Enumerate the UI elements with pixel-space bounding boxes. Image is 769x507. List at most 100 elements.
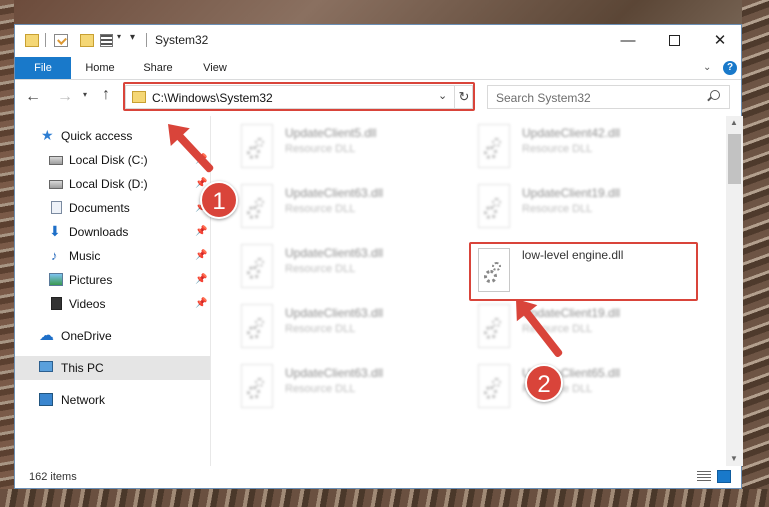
file-type: Resource DLL — [522, 143, 593, 155]
downloads-icon: ⬇ — [49, 223, 61, 239]
search-icon[interactable] — [710, 90, 720, 100]
back-button[interactable]: ← — [25, 88, 41, 106]
documents-icon — [51, 201, 62, 214]
sidebar-item-label: Local Disk (C:) — [69, 153, 148, 167]
sidebar-item-onedrive[interactable]: ☁ OneDrive — [15, 324, 210, 348]
dll-file-icon — [474, 124, 512, 172]
new-folder-icon[interactable] — [80, 34, 94, 47]
file-name: UpdateClient42.dll — [522, 126, 621, 140]
navigation-pane: ★ Quick access Local Disk (C:) 📌 Local D… — [15, 116, 210, 466]
pin-icon[interactable]: 📌 — [195, 226, 207, 237]
close-button[interactable]: ✕ — [697, 25, 743, 55]
search-placeholder: Search System32 — [496, 91, 591, 105]
disk-icon — [49, 156, 63, 165]
desktop-background — [0, 489, 769, 507]
sidebar-item-label: This PC — [61, 361, 104, 375]
file-item[interactable]: UpdateClient63.dll Resource DLL — [237, 304, 457, 360]
maximize-button[interactable] — [651, 25, 697, 55]
close-icon: ✕ — [713, 32, 727, 49]
vertical-scrollbar[interactable]: ▲ ▼ — [726, 116, 743, 466]
sidebar-item-label: Videos — [69, 297, 106, 311]
file-name: UpdateClient63.dll — [285, 186, 384, 200]
file-item[interactable]: UpdateClient65.dll Resource DLL — [474, 364, 694, 420]
expand-ribbon-icon[interactable]: ⌄ — [703, 62, 711, 73]
dll-file-icon — [237, 124, 275, 172]
sidebar-item-this-pc[interactable]: This PC — [15, 356, 210, 380]
tab-share[interactable]: Share — [129, 57, 187, 79]
sidebar-item-label: Local Disk (D:) — [69, 177, 148, 191]
computer-icon — [39, 361, 53, 372]
pin-icon[interactable]: 📌 — [195, 298, 207, 309]
file-item[interactable]: UpdateClient19.dll Resource DLL — [474, 184, 694, 240]
sidebar-item-label: Documents — [69, 201, 130, 215]
minimize-button[interactable]: — — [605, 25, 651, 55]
file-type: Resource DLL — [285, 203, 356, 215]
file-type: Resource DLL — [285, 263, 356, 275]
videos-icon — [51, 297, 62, 310]
network-icon — [39, 393, 53, 406]
file-name: UpdateClient63.dll — [285, 366, 384, 380]
sidebar-item-pictures[interactable]: Pictures 📌 — [15, 268, 210, 292]
dll-file-icon — [474, 364, 512, 412]
tab-view[interactable]: View — [187, 57, 243, 79]
pictures-icon — [49, 273, 63, 286]
cloud-icon: ☁ — [39, 327, 54, 344]
pin-icon[interactable]: 📌 — [195, 250, 207, 261]
status-bar: 162 items — [15, 466, 741, 488]
scroll-up-icon[interactable]: ▲ — [730, 118, 738, 127]
sidebar-item-label: OneDrive — [61, 329, 112, 343]
customize-quick-access-icon[interactable]: ▾ — [130, 32, 135, 43]
file-item[interactable]: UpdateClient63.dll Resource DLL — [237, 364, 457, 420]
file-item[interactable]: UpdateClient19.dll Resource DLL — [474, 304, 694, 360]
sidebar-item-network[interactable]: Network — [15, 388, 210, 412]
file-highlight — [469, 242, 698, 301]
file-explorer-window: ▾ ▾ System32 — ✕ File Home Share View ⌄ … — [14, 24, 743, 489]
sidebar-item-label: Quick access — [61, 129, 133, 143]
desktop-background — [0, 0, 14, 507]
recent-locations-icon[interactable]: ▾ — [83, 90, 87, 99]
file-list: UpdateClient5.dll Resource DLL UpdateCli… — [211, 116, 726, 466]
title-bar[interactable]: ▾ ▾ System32 — ✕ — [15, 25, 741, 57]
maximize-icon — [668, 34, 680, 46]
address-bar-highlight — [123, 82, 475, 111]
file-name: UpdateClient19.dll — [522, 186, 621, 200]
search-input[interactable]: Search System32 — [487, 85, 730, 109]
dll-file-icon — [237, 244, 275, 292]
tab-home[interactable]: Home — [71, 57, 129, 79]
sidebar-item-music[interactable]: ♪ Music 📌 — [15, 244, 210, 268]
sidebar-item-local-disk-d[interactable]: Local Disk (D:) 📌 — [15, 172, 210, 196]
file-type: Resource DLL — [522, 203, 593, 215]
dll-file-icon — [237, 364, 275, 412]
navigation-bar: ← → ▾ ↑ C:\Windows\System32 ⌄ ↻ Search S… — [15, 80, 741, 116]
scroll-thumb[interactable] — [728, 134, 741, 184]
view-icon[interactable] — [100, 34, 113, 47]
callout-badge-2: 2 — [525, 364, 563, 402]
up-button[interactable]: ↑ — [102, 86, 110, 104]
file-name: UpdateClient63.dll — [285, 246, 384, 260]
dll-file-icon — [474, 304, 512, 352]
file-name: UpdateClient63.dll — [285, 306, 384, 320]
chevron-down-icon[interactable]: ▾ — [117, 32, 121, 41]
desktop-background — [742, 0, 769, 507]
tab-file[interactable]: File — [15, 57, 71, 79]
window-title: System32 — [155, 33, 209, 47]
file-item[interactable]: UpdateClient5.dll Resource DLL — [237, 124, 457, 180]
large-icons-view-icon[interactable] — [717, 470, 731, 483]
file-item[interactable]: UpdateClient42.dll Resource DLL — [474, 124, 694, 180]
properties-icon[interactable] — [54, 34, 68, 47]
music-icon: ♪ — [51, 248, 58, 263]
file-item[interactable]: UpdateClient63.dll Resource DLL — [237, 184, 457, 240]
folder-icon — [25, 34, 39, 47]
star-icon: ★ — [41, 127, 54, 143]
scroll-down-icon[interactable]: ▼ — [730, 454, 738, 463]
forward-button[interactable]: → — [57, 88, 73, 106]
sidebar-item-documents[interactable]: Documents 📌 — [15, 196, 210, 220]
file-item[interactable]: UpdateClient63.dll Resource DLL — [237, 244, 457, 300]
sidebar-item-label: Network — [61, 393, 106, 407]
sidebar-item-downloads[interactable]: ⬇ Downloads 📌 — [15, 220, 210, 244]
sidebar-item-videos[interactable]: Videos 📌 — [15, 292, 210, 316]
details-view-icon[interactable] — [697, 471, 711, 482]
pin-icon[interactable]: 📌 — [195, 274, 207, 285]
help-icon[interactable]: ? — [723, 61, 737, 75]
sidebar-item-label: Music — [69, 249, 101, 263]
